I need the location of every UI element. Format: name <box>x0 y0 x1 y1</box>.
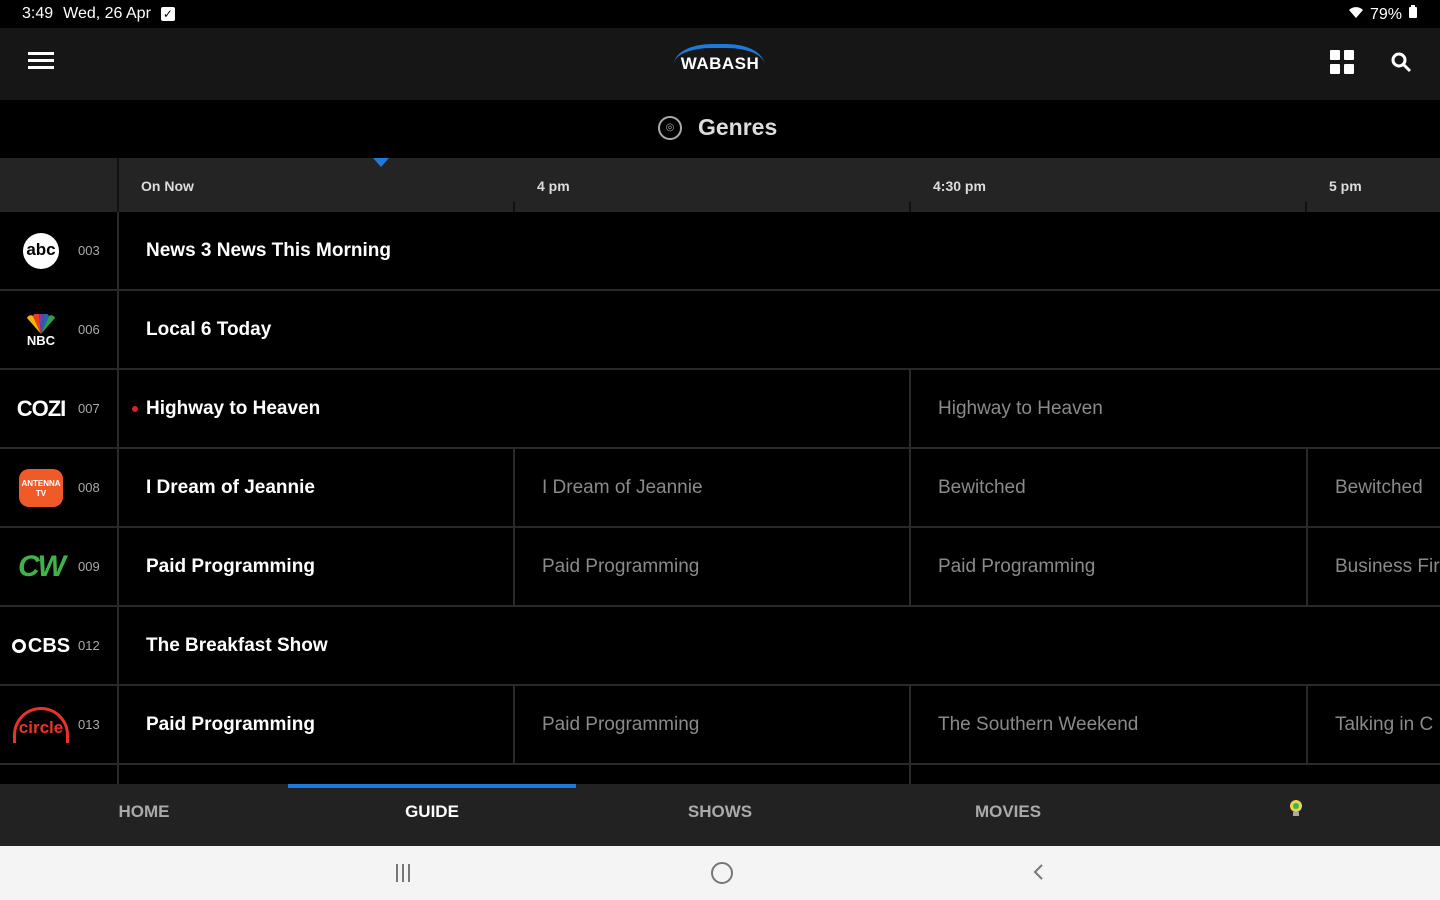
tab-tips[interactable] <box>1152 784 1440 846</box>
program-cell[interactable]: Paid Programming <box>119 686 515 763</box>
genres-label: Genres <box>698 114 778 140</box>
grid-view-icon[interactable] <box>1330 50 1354 74</box>
timeline-tick <box>909 202 911 212</box>
channel-cbs[interactable]: CBS 012 <box>0 607 119 684</box>
channel-abc[interactable]: abc 003 <box>0 212 119 289</box>
channel-antenna-tv[interactable]: ANTENNA TV 008 <box>0 449 119 526</box>
antenna-tv-logo: ANTENNA TV <box>10 469 72 507</box>
tab-home[interactable]: HOME <box>0 784 288 846</box>
program-cell[interactable]: Paid Programming <box>911 528 1308 605</box>
wabash-logo: WABASH <box>670 42 770 86</box>
program-cell[interactable] <box>119 765 911 784</box>
program-title: Highway to Heaven <box>146 397 321 419</box>
genres-button[interactable]: ◎ Genres <box>658 114 777 141</box>
program-cell-live[interactable]: Highway to Heaven <box>119 370 911 447</box>
genres-icon: ◎ <box>658 115 682 140</box>
time-header: On Now 4 pm 4:30 pm 5 pm <box>0 158 1440 212</box>
channel-number: 013 <box>78 717 100 732</box>
timeline-label-4pm: 4 pm <box>537 178 570 194</box>
channel-number: 008 <box>78 480 100 495</box>
channel-number: 009 <box>78 559 100 574</box>
program-cell[interactable]: Bewitched <box>911 449 1308 526</box>
guide-row: abc 003 News 3 News This Morning <box>0 212 1440 291</box>
circle-logo: circle <box>10 707 72 743</box>
channel-number: 007 <box>78 401 100 416</box>
guide-row: NBC 006 Local 6 Today <box>0 291 1440 370</box>
program-cell[interactable]: I Dream of Jeannie <box>515 449 911 526</box>
timeline-tick <box>1305 202 1307 212</box>
guide-row: CW 009 Paid Programming Paid Programming… <box>0 528 1440 607</box>
channel-column-header <box>0 158 119 212</box>
timeline-label-5pm: 5 pm <box>1329 178 1362 194</box>
lightbulb-icon <box>1287 785 1305 841</box>
cozi-logo: COZI <box>16 396 67 421</box>
channel-number: 012 <box>78 638 100 653</box>
channel-cw[interactable]: CW 009 <box>0 528 119 605</box>
guide-row: circle 013 Paid Programming Paid Program… <box>0 686 1440 765</box>
channel-number: 003 <box>78 243 100 258</box>
guide-row-partial <box>0 765 1440 784</box>
guide-row: CBS 012 The Breakfast Show <box>0 607 1440 686</box>
cw-logo: CW <box>18 550 66 583</box>
tab-movies[interactable]: MOVIES <box>864 784 1152 846</box>
timeline-label-430pm: 4:30 pm <box>933 178 986 194</box>
program-cell[interactable]: Talking in C <box>1308 686 1440 763</box>
timeline-label-on-now: On Now <box>141 178 194 194</box>
channel-number: 006 <box>78 322 100 337</box>
status-bar: 3:49 Wed, 26 Apr ✓ 79% <box>0 0 1440 28</box>
program-cell[interactable]: The Breakfast Show <box>119 607 1440 684</box>
program-cell[interactable]: The Southern Weekend <box>911 686 1308 763</box>
home-icon[interactable] <box>711 862 733 884</box>
cbs-logo: CBS <box>10 629 72 663</box>
guide-row: COZI 007 Highway to Heaven Highway to He… <box>0 370 1440 449</box>
program-cell[interactable]: Business Fir <box>1308 528 1440 605</box>
battery-level: 79% <box>1369 5 1402 23</box>
status-time: 3:49 <box>22 5 54 22</box>
nbc-logo: NBC <box>10 313 72 347</box>
guide-row: ANTENNA TV 008 I Dream of Jeannie I Drea… <box>0 449 1440 528</box>
menu-icon[interactable] <box>28 52 54 74</box>
program-cell[interactable]: Highway to Heaven <box>911 370 1440 447</box>
search-icon[interactable] <box>1389 50 1413 74</box>
channel-cozi[interactable]: COZI 007 <box>0 370 119 447</box>
status-date: Wed, 26 Apr <box>63 5 151 22</box>
tab-shows[interactable]: SHOWS <box>576 784 864 846</box>
program-cell[interactable]: News 3 News This Morning <box>119 212 1440 289</box>
recent-apps-icon[interactable] <box>396 864 416 882</box>
back-icon[interactable] <box>1032 864 1046 880</box>
program-cell[interactable]: I Dream of Jeannie <box>119 449 515 526</box>
channel-circle[interactable]: circle 013 <box>0 686 119 763</box>
tab-guide[interactable]: GUIDE <box>288 784 576 846</box>
system-navigation-bar <box>0 846 1440 900</box>
program-cell[interactable]: Bewitched <box>1308 449 1440 526</box>
bottom-navigation: HOME GUIDE SHOWS MOVIES <box>0 784 1440 846</box>
wifi-icon <box>1348 5 1364 24</box>
app-header: WABASH <box>0 28 1440 100</box>
timeline-tick <box>513 202 515 212</box>
program-cell[interactable]: Local 6 Today <box>119 291 1440 368</box>
program-cell[interactable]: Paid Programming <box>515 528 911 605</box>
genres-filter-bar: ◎ Genres <box>0 100 1440 158</box>
channel-nbc[interactable]: NBC 006 <box>0 291 119 368</box>
logo-text: WABASH <box>680 54 760 73</box>
channel-partial[interactable] <box>0 765 119 784</box>
program-cell[interactable]: Paid Programming <box>515 686 911 763</box>
current-time-marker <box>373 158 389 167</box>
battery-icon <box>1408 5 1418 24</box>
abc-logo: abc <box>10 233 72 269</box>
live-indicator-icon <box>132 405 138 412</box>
notification-check-icon: ✓ <box>160 7 175 21</box>
program-cell[interactable]: Paid Programming <box>119 528 515 605</box>
guide-grid: abc 003 News 3 News This Morning NBC 006… <box>0 212 1440 784</box>
